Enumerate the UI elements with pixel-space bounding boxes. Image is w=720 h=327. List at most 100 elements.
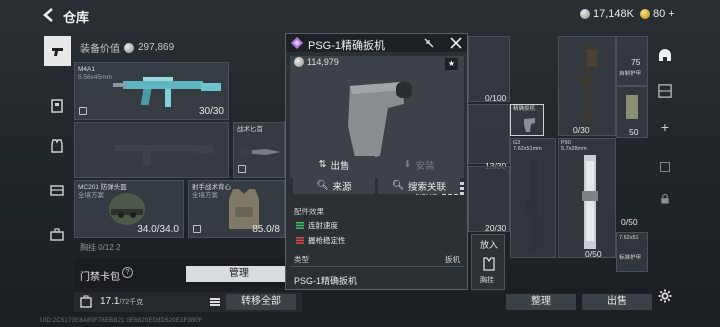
lock-icon	[193, 225, 201, 233]
trigger-image	[348, 82, 412, 162]
sell-icon: ⇅	[318, 159, 327, 170]
toolbox-icon	[50, 228, 64, 241]
stash-cell[interactable]: 20/30	[468, 166, 510, 233]
stash-cell-armor[interactable]: 75 自制护甲	[616, 36, 648, 86]
lock-icon	[79, 107, 87, 115]
put-in-label: 放入	[480, 240, 499, 250]
weight-readout: 17.1/72千克	[100, 296, 144, 307]
backpack-icon	[80, 295, 92, 308]
rail-armor[interactable]	[45, 134, 69, 158]
transfer-all-button[interactable]: 转移全部	[226, 294, 296, 310]
lock-icon	[661, 193, 669, 204]
secondary-rifle-silhouette	[115, 145, 213, 165]
m4a1-rifle-image	[113, 77, 221, 107]
install-button[interactable]: ⬇ 安装	[378, 156, 460, 173]
right-rail-grid[interactable]	[656, 82, 674, 100]
canister-icon	[626, 95, 638, 119]
gold-coin-icon	[640, 9, 650, 19]
stash-cell[interactable]: 0/100	[468, 36, 510, 103]
rail-mods[interactable]	[45, 178, 69, 202]
search-icon: 🔍︎	[316, 180, 329, 191]
armor-name: 射手战术背心 全境方案	[192, 184, 231, 199]
rail-key[interactable]	[45, 94, 69, 118]
stash-cell[interactable]: 50	[616, 86, 648, 138]
effect-fire-rate: 连射速度	[296, 220, 338, 231]
pistol-icon	[51, 48, 63, 56]
manage-button[interactable]: 管理	[186, 266, 292, 282]
stash-cell-g3[interactable]: G3 7.62x51mm	[510, 138, 556, 258]
equipment-value: 装备价值 297,869	[80, 40, 174, 55]
uid-footer: UID:2C5170E8A80F76EBB21 0E6820ED8D520E3F…	[40, 318, 203, 324]
g3-rifle-image	[525, 159, 537, 251]
equipment-value-amount: 297,869	[138, 42, 175, 53]
install-icon: ⬇	[403, 159, 412, 170]
back-arrow-icon[interactable]	[41, 7, 55, 23]
stash-cell-p90[interactable]: P90 5.7x28mm 0/50	[558, 138, 616, 259]
help-icon[interactable]: ?	[122, 267, 133, 278]
equipment-value-label: 装备价值	[80, 44, 120, 55]
top-bar: 仓库 17,148K 80 +	[0, 0, 720, 30]
keycard-icon	[51, 99, 63, 113]
put-in-target: 胸挂	[480, 277, 494, 284]
right-rail-stash[interactable]	[656, 46, 674, 64]
silver-amount: 17,148K	[593, 8, 634, 20]
collapse-icon[interactable]	[423, 37, 435, 49]
item-price: 114,979	[294, 57, 339, 67]
right-rail-lock[interactable]	[656, 190, 674, 208]
popup-header: PSG-1精确扳机	[286, 34, 467, 52]
stash-cell-rifle[interactable]: 0/30	[558, 36, 616, 136]
house-icon	[659, 49, 671, 61]
type-value: PSG-1精确扳机	[294, 276, 358, 286]
plus-icon: +	[660, 119, 670, 135]
p90-image	[582, 155, 598, 249]
primary-weapon-slot[interactable]: M4A1 5.56x45mm 30/30	[74, 62, 229, 120]
vest-icon	[51, 139, 63, 153]
keycard-label: 门禁卡包	[80, 272, 120, 283]
rail-toolbox[interactable]	[45, 222, 69, 246]
search-related-button[interactable]: 🔍︎ 搜索关联	[378, 177, 460, 194]
source-button[interactable]: 🔍︎ 来源	[293, 177, 375, 194]
favorite-button[interactable]: ★	[445, 58, 458, 70]
stash-cell[interactable]: 7.62x51 标准护甲 0/50	[616, 217, 648, 272]
right-rail-item[interactable]	[656, 158, 674, 176]
popup-title: PSG-1精确扳机	[308, 40, 386, 52]
knife-image	[240, 149, 280, 155]
put-in-panel[interactable]: 放入 胸挂	[471, 234, 505, 290]
diamond-icon	[291, 37, 303, 49]
secondary-weapon-slot[interactable]	[74, 122, 229, 178]
primary-ammo-count: 30/30	[198, 106, 224, 117]
chest-rig-icon	[483, 257, 495, 271]
divider	[290, 266, 464, 267]
sell-stash-button[interactable]: 出售	[582, 294, 652, 310]
sell-button[interactable]: ⇅ 出售	[293, 156, 375, 173]
close-icon[interactable]	[449, 36, 463, 50]
rail-weapons[interactable]	[44, 36, 71, 66]
gold-currency[interactable]: 80 +	[640, 8, 675, 20]
armor-durability: 85.0/8	[252, 224, 280, 235]
list-icon[interactable]	[210, 298, 220, 306]
trigger-thumb-icon	[524, 118, 535, 132]
armor-slot[interactable]: 射手战术背心 全境方案 85.0/8	[188, 180, 285, 238]
stat-up-icon	[296, 222, 304, 229]
type-label: 类型	[294, 255, 309, 264]
box-icon	[660, 162, 670, 172]
settings-button[interactable]	[656, 287, 674, 305]
chest-rig-row: 胸挂 0/12 2	[80, 243, 121, 252]
melee-name: 战术匕首	[237, 126, 263, 133]
sort-button[interactable]: 整理	[506, 294, 576, 310]
helmet-slot[interactable]: MC201 防弹头盔 全境方案 34.0/34.0	[74, 180, 184, 238]
silver-currency: 17,148K	[580, 8, 634, 20]
add-currency-button[interactable]: +	[668, 8, 674, 20]
stash-cell-selected-trigger[interactable]: 精确扳机	[510, 104, 544, 136]
left-rail	[42, 36, 72, 246]
layout-icon	[658, 84, 672, 98]
type-category: 扳机	[445, 255, 460, 264]
right-rail-add[interactable]: +	[656, 118, 674, 136]
search-icon: 🔍︎	[391, 180, 405, 191]
melee-slot[interactable]: 战术匕首	[233, 122, 285, 178]
gold-amount: 80	[653, 8, 666, 20]
primary-weapon-name: M4A1 5.56x45mm	[78, 66, 112, 81]
rifle-image	[579, 45, 597, 125]
gear-icon	[658, 289, 672, 303]
stash-cell[interactable]: 13/30	[468, 104, 510, 171]
